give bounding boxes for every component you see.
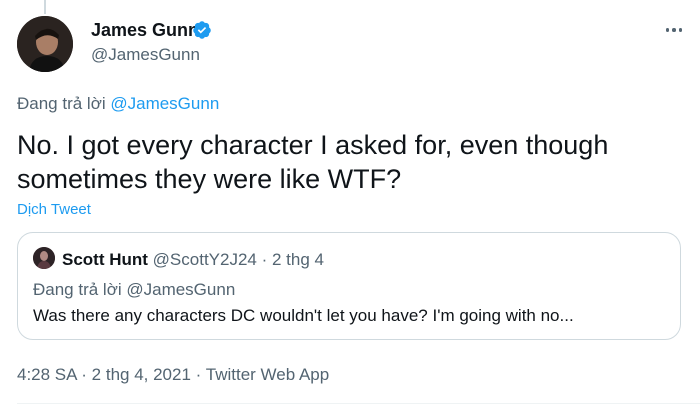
more-options-icon[interactable] xyxy=(664,20,684,40)
quoted-header: Scott Hunt @ScottY2J24 · 2 thg 4 xyxy=(62,249,324,271)
quoted-reply-mention: @JamesGunn xyxy=(126,280,236,299)
timestamp-separator: · xyxy=(190,365,206,384)
quoted-author-name: Scott Hunt xyxy=(62,250,148,269)
tweet-time-link[interactable]: 4:28 SA xyxy=(17,365,77,384)
dot xyxy=(678,28,683,32)
quoted-reply-context: Đang trả lời @JamesGunn xyxy=(33,279,235,301)
dot xyxy=(665,28,670,32)
quoted-tweet-card[interactable]: Scott Hunt @ScottY2J24 · 2 thg 4 Đang tr… xyxy=(17,232,681,340)
reply-prefix: Đang trả lời xyxy=(17,94,111,113)
reply-context: Đang trả lời @JamesGunn xyxy=(17,93,219,115)
verified-badge-icon xyxy=(193,21,211,39)
tweet-date-link[interactable]: 2 thg 4, 2021 xyxy=(92,365,191,384)
timestamp-separator: · xyxy=(76,365,92,384)
author-name[interactable]: James Gunn xyxy=(91,19,199,41)
author-handle[interactable]: @JamesGunn xyxy=(91,44,200,66)
quoted-author-handle: @ScottY2J24 xyxy=(152,250,257,269)
quoted-meta-separator: · xyxy=(256,250,272,269)
dot xyxy=(672,28,676,32)
quoted-avatar-image xyxy=(33,247,55,269)
reply-mention-link[interactable]: @JamesGunn xyxy=(110,94,219,113)
translate-tweet-link[interactable]: Dịch Tweet xyxy=(17,200,91,220)
tweet-source-link[interactable]: Twitter Web App xyxy=(206,365,329,384)
quoted-reply-prefix: Đang trả lời xyxy=(33,280,127,299)
tweet-text: No. I got every character I asked for, e… xyxy=(17,130,609,194)
quoted-date: 2 thg 4 xyxy=(271,250,324,269)
avatar-image xyxy=(17,16,73,72)
thread-connector-line xyxy=(44,0,46,14)
quoted-author-avatar xyxy=(33,247,55,269)
tweet-timestamp: 4:28 SA · 2 thg 4, 2021 · Twitter Web Ap… xyxy=(17,364,329,386)
quoted-tweet-text: Was there any characters DC wouldn't let… xyxy=(33,306,574,325)
bottom-divider xyxy=(17,403,700,404)
author-avatar[interactable] xyxy=(17,16,73,72)
